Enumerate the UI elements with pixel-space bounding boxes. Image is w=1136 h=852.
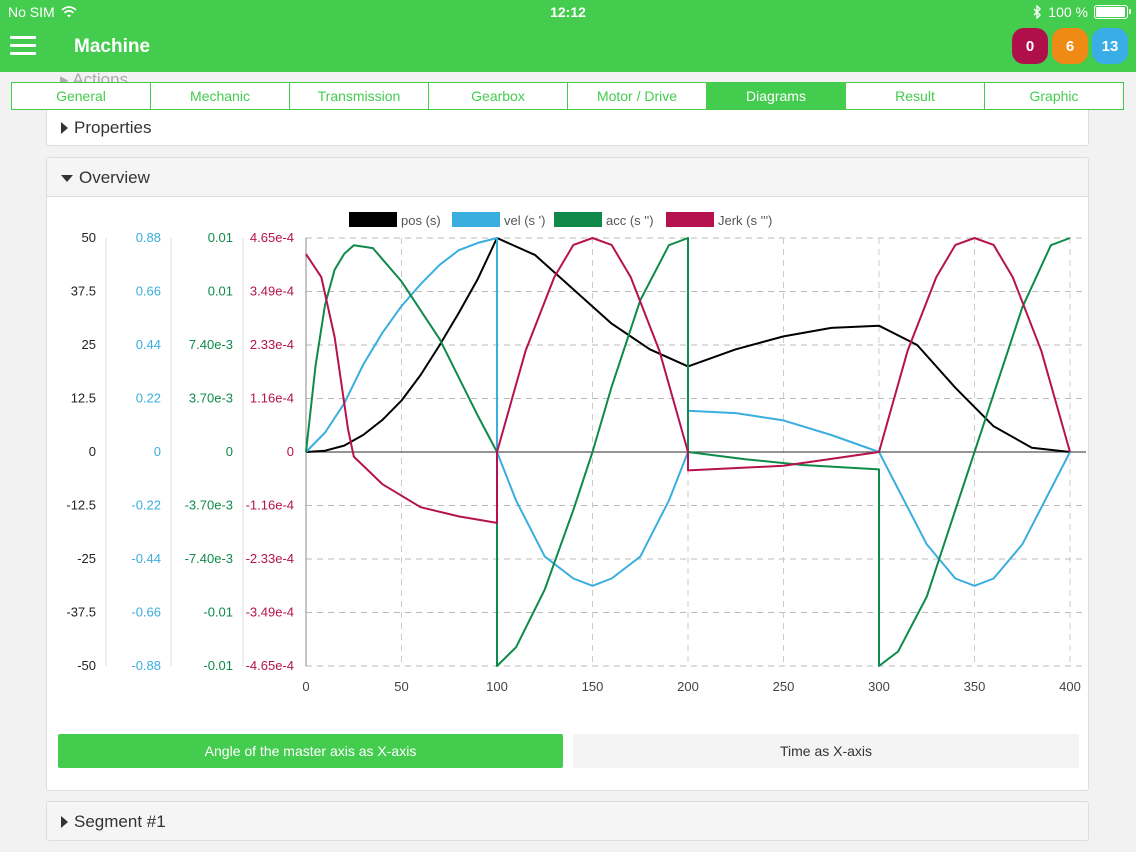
y-tick-label: 37.5 <box>71 284 96 299</box>
segment-toggle[interactable]: Segment #1 <box>61 812 166 832</box>
x-tick-label: 150 <box>582 679 604 694</box>
y-tick-label: 0.44 <box>136 337 161 352</box>
y-tick-label: -2.33e-4 <box>246 551 294 566</box>
y-tick-label: 12.5 <box>71 391 96 406</box>
y-tick-label: 0.22 <box>136 391 161 406</box>
legend-label: Jerk (s ''') <box>718 213 772 228</box>
legend-swatch <box>452 212 500 227</box>
x-tick-label: 200 <box>677 679 699 694</box>
motion-chart: 50 37.5 25 12.5 0 -12.5 -25 -37.5 -50 0.88 0.66 0.4… <box>66 212 1086 694</box>
x-tick-label: 250 <box>773 679 795 694</box>
y-tick-label: -37.5 <box>66 605 96 620</box>
y-tick-label: 3.49e-4 <box>250 284 294 299</box>
y-tick-label: 0.01 <box>208 284 233 299</box>
y-tick-label: 0.01 <box>208 230 233 245</box>
x-tick-label: 350 <box>964 679 986 694</box>
y-tick-label: -1.16e-4 <box>246 498 294 513</box>
y-tick-label: 0 <box>226 444 233 459</box>
y-tick-label: 3.70e-3 <box>189 391 233 406</box>
y-tick-label: -4.65e-4 <box>246 658 294 673</box>
y-tick-label: -0.44 <box>131 551 161 566</box>
y-tick-label: 25 <box>82 337 96 352</box>
y-tick-label: 50 <box>82 230 96 245</box>
segment-panel: Segment #1 <box>46 801 1089 841</box>
y-tick-label: -0.01 <box>203 605 233 620</box>
y-tick-label: -7.40e-3 <box>185 551 233 566</box>
y-tick-label: -3.70e-3 <box>185 498 233 513</box>
y-tick-label: -0.22 <box>131 498 161 513</box>
overview-panel: Overview 50 37.5 25 12.5 0 -12.5 -25 -37.5 -50 0.… <box>46 157 1089 791</box>
y-tick-label: 0.66 <box>136 284 161 299</box>
y-tick-label: 2.33e-4 <box>250 337 294 352</box>
y-tick-label: 0 <box>154 444 161 459</box>
y-tick-label: -0.01 <box>203 658 233 673</box>
y-tick-label: -25 <box>77 551 96 566</box>
legend-label: vel (s ') <box>504 213 545 228</box>
time-x-axis-button[interactable]: Time as X-axis <box>573 734 1079 768</box>
legend-label: acc (s '') <box>606 213 654 228</box>
x-tick-label: 100 <box>486 679 508 694</box>
y-tick-label: -3.49e-4 <box>246 605 294 620</box>
y-tick-label: 0.88 <box>136 230 161 245</box>
x-tick-label: 0 <box>302 679 309 694</box>
y-tick-label: 7.40e-3 <box>189 337 233 352</box>
x-tick-label: 300 <box>868 679 890 694</box>
x-tick-label: 50 <box>394 679 408 694</box>
y-tick-label: -12.5 <box>66 498 96 513</box>
y-tick-label: -0.66 <box>131 605 161 620</box>
segment-title: Segment #1 <box>74 812 166 831</box>
y-tick-label: -0.88 <box>131 658 161 673</box>
legend-label: pos (s) <box>401 213 441 228</box>
angle-x-axis-button[interactable]: Angle of the master axis as X-axis <box>58 734 563 768</box>
caret-right-icon <box>61 816 68 828</box>
y-tick-label: 1.16e-4 <box>250 391 294 406</box>
x-tick-label: 400 <box>1059 679 1081 694</box>
y-tick-label: -50 <box>77 658 96 673</box>
legend-swatch <box>349 212 397 227</box>
legend-swatch <box>554 212 602 227</box>
legend-swatch <box>666 212 714 227</box>
y-tick-label: 4.65e-4 <box>250 230 294 245</box>
y-tick-label: 0 <box>89 444 96 459</box>
y-tick-label: 0 <box>287 444 294 459</box>
